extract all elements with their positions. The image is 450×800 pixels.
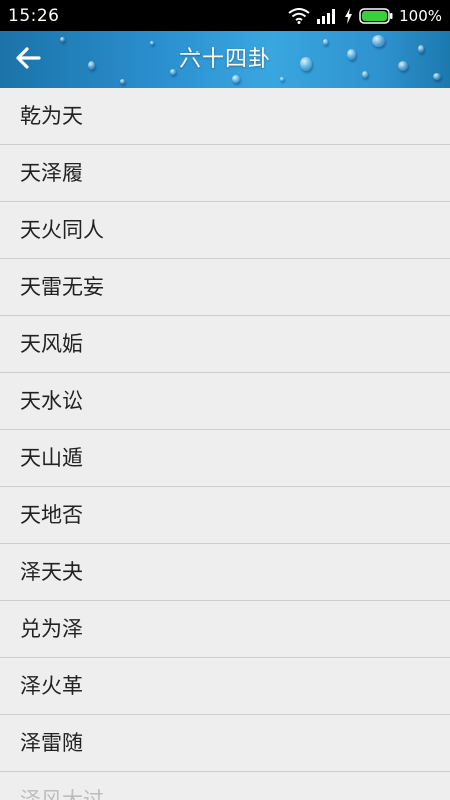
status-bar: 15:26 100% bbox=[0, 0, 450, 31]
list-item[interactable]: 泽天夬 bbox=[0, 544, 450, 601]
signal-icon bbox=[316, 8, 338, 24]
list-item[interactable]: 天山遁 bbox=[0, 430, 450, 487]
list-item[interactable]: 天泽履 bbox=[0, 145, 450, 202]
list-item[interactable]: 天雷无妄 bbox=[0, 259, 450, 316]
list-item[interactable]: 天风姤 bbox=[0, 316, 450, 373]
gua-list: 乾为天 天泽履 天火同人 天雷无妄 天风姤 天水讼 天山遁 天地否 泽天夬 兑为… bbox=[0, 88, 450, 800]
list-item[interactable]: 泽雷随 bbox=[0, 715, 450, 772]
list-item[interactable]: 泽火革 bbox=[0, 658, 450, 715]
page-title: 六十四卦 bbox=[178, 47, 271, 72]
list-item[interactable]: 天地否 bbox=[0, 487, 450, 544]
list-item[interactable]: 兑为泽 bbox=[0, 601, 450, 658]
charging-icon bbox=[344, 7, 353, 24]
app-header: 六十四卦 bbox=[0, 31, 450, 88]
list-item[interactable]: 乾为天 bbox=[0, 88, 450, 145]
status-icons: 100% bbox=[288, 7, 442, 25]
list-item[interactable]: 天水讼 bbox=[0, 373, 450, 430]
battery-icon bbox=[359, 7, 393, 24]
list-item[interactable]: 天火同人 bbox=[0, 202, 450, 259]
battery-percent: 100% bbox=[399, 6, 442, 25]
list-item[interactable]: 泽风大过 bbox=[0, 772, 450, 800]
status-time: 15:26 bbox=[8, 5, 60, 26]
app-root: 15:26 100% 六十四卦 乾为天 天泽履 天火同人 天雷无妄 天风姤 天水… bbox=[0, 0, 450, 800]
wifi-icon bbox=[288, 7, 310, 24]
